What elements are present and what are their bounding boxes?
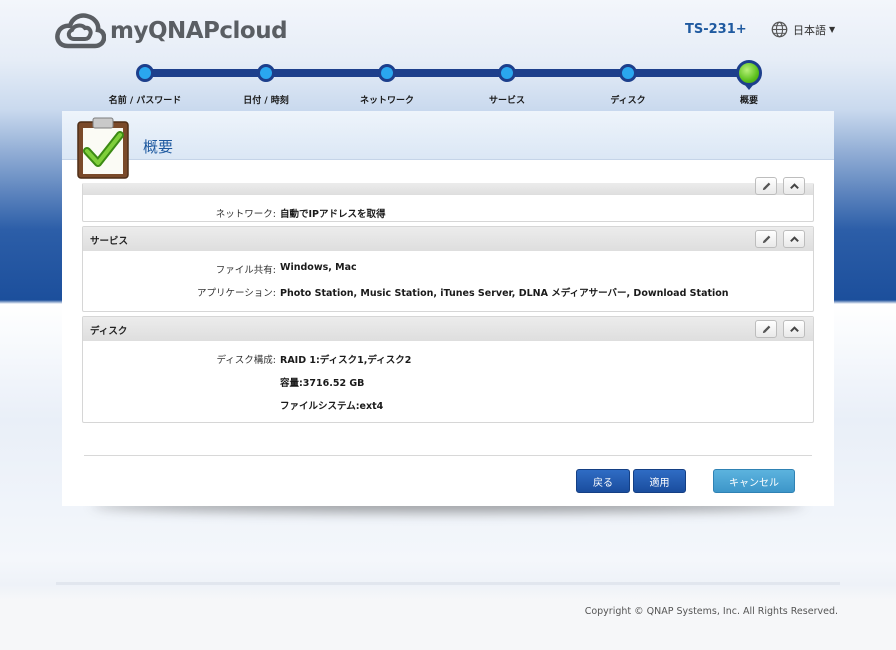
panel-title: 概要 [143, 138, 174, 156]
row-key: ネットワーク: [215, 209, 276, 220]
footer-band [56, 582, 840, 585]
section-disk: ディスク ディスク構成: RAID 1:ディスク1,ディスク2 容量:3716.… [82, 316, 814, 423]
brand-name: myQNAPcloud [110, 18, 288, 44]
row-value: ファイルシステム:ext4 [280, 401, 384, 412]
section-services-header: サービス [83, 227, 813, 251]
pencil-icon [762, 325, 770, 333]
step-label-summary: 概要 [739, 96, 759, 106]
language-selector[interactable]: 日本語 ▼ [771, 21, 835, 38]
section-services: サービス ファイル共有: Windows, Mac アプリケーション: Phot… [82, 226, 814, 312]
divider [84, 455, 812, 456]
back-button[interactable]: 戻る [576, 469, 630, 493]
row-network: ネットワーク: 自動でIPアドレスを取得 [83, 195, 813, 221]
step-label-date-time: 日付 / 時刻 [243, 96, 289, 106]
step-dot-network [378, 64, 396, 82]
row-value: Photo Station, Music Station, iTunes Ser… [280, 288, 729, 299]
cloud-icon [55, 13, 106, 49]
step-dot-services [498, 64, 516, 82]
brand-logo: myQNAPcloud [54, 12, 288, 50]
row-key: アプリケーション: [196, 288, 276, 299]
step-label-disk: ディスク [610, 96, 646, 106]
step-label-network: ネットワーク [359, 96, 415, 106]
panel-header: 概要 [62, 111, 834, 160]
step-dot-date-time [257, 64, 275, 82]
pencil-icon [762, 235, 770, 243]
row-value: 自動でIPアドレスを取得 [280, 209, 386, 220]
section-disk-header: ディスク [83, 317, 813, 341]
row-filesystem: ファイルシステム:ext4 [83, 393, 813, 416]
edit-network-button[interactable] [755, 177, 777, 195]
apply-button[interactable]: 適用 [633, 469, 686, 493]
summary-sections: ネットワーク: 自動でIPアドレスを取得 サービス ファイル共有: Window… [82, 177, 814, 427]
edit-disk-button[interactable] [755, 320, 777, 338]
step-label-services: サービス [488, 96, 526, 106]
edit-services-button[interactable] [755, 230, 777, 248]
section-title: ディスク [90, 326, 128, 337]
collapse-disk-button[interactable] [783, 320, 805, 338]
wizard-progress-line [145, 69, 749, 77]
row-disk-config: ディスク構成: RAID 1:ディスク1,ディスク2 [83, 347, 813, 370]
step-dot-disk [619, 64, 637, 82]
section-network-header [83, 177, 813, 195]
step-label-name-password: 名前 / パスワード [108, 96, 182, 106]
device-model: TS-231+ [685, 22, 747, 37]
chevron-up-icon [789, 235, 799, 242]
row-value: RAID 1:ディスク1,ディスク2 [280, 355, 412, 366]
summary-panel: 概要 ネットワーク: 自動でIPアドレスを取得 サービス ファイル共有: Win… [62, 111, 834, 506]
row-value: 容量:3716.52 GB [280, 378, 365, 389]
step-pointer [744, 84, 754, 90]
row-value: Windows, Mac [280, 262, 357, 273]
step-dot-name-password [136, 64, 154, 82]
step-dot-summary [736, 60, 762, 86]
section-title: サービス [90, 236, 129, 247]
cancel-button[interactable]: キャンセル [713, 469, 795, 493]
chevron-down-icon: ▼ [829, 25, 836, 34]
row-key: ファイル共有: [215, 265, 276, 276]
globe-icon [771, 21, 788, 38]
row-applications: アプリケーション: Photo Station, Music Station, … [83, 280, 813, 303]
language-label: 日本語 [793, 23, 826, 37]
section-network: ネットワーク: 自動でIPアドレスを取得 [82, 177, 814, 222]
chevron-up-icon [789, 182, 799, 189]
copyright: Copyright © QNAP Systems, Inc. All Right… [584, 606, 838, 617]
pencil-icon [762, 182, 770, 190]
collapse-network-button[interactable] [783, 177, 805, 195]
clipboard-check-icon [77, 117, 129, 179]
row-capacity: 容量:3716.52 GB [83, 370, 813, 393]
chevron-up-icon [789, 325, 799, 332]
row-key: ディスク構成: [216, 355, 276, 366]
row-file-sharing: ファイル共有: Windows, Mac [83, 257, 813, 280]
collapse-services-button[interactable] [783, 230, 805, 248]
